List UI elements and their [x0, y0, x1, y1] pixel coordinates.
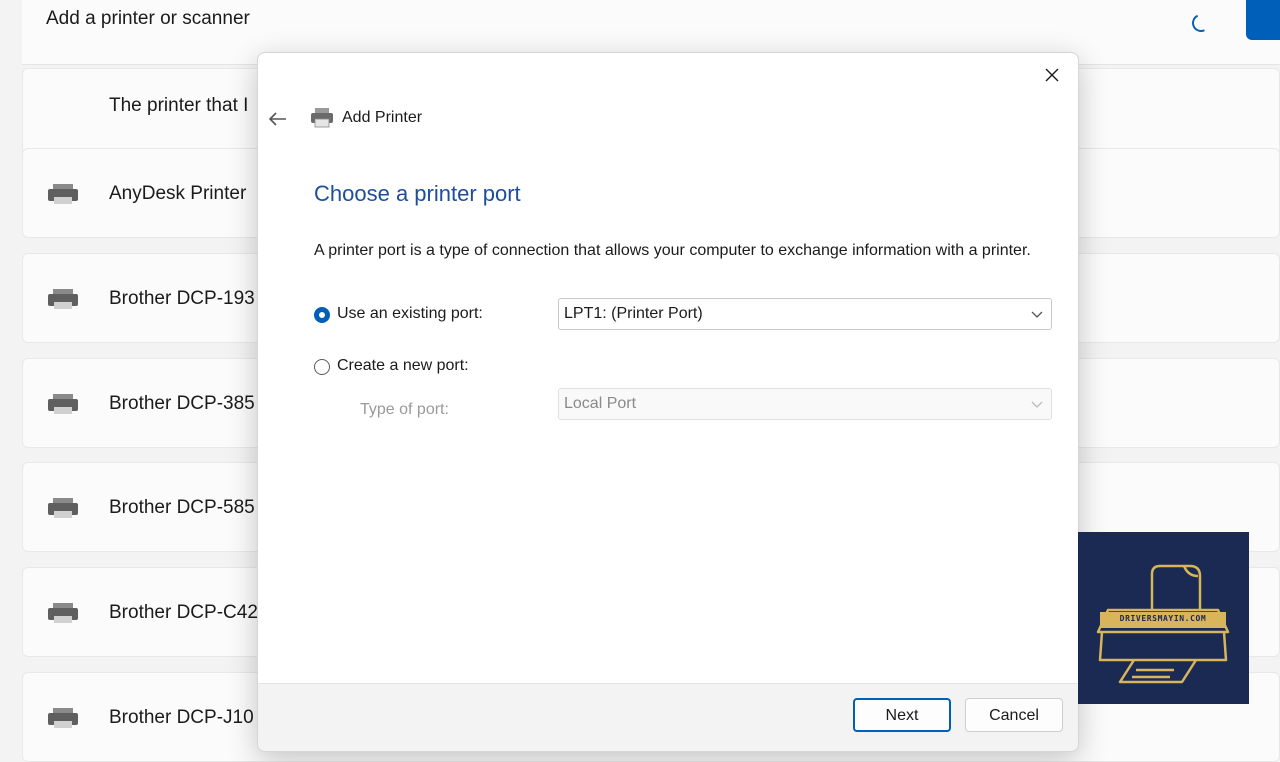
use-existing-port-label[interactable]: Use an existing port:: [337, 305, 483, 323]
type-of-port-label: Type of port:: [360, 401, 449, 418]
dialog-footer: Next Cancel: [258, 683, 1078, 751]
printer-name: Brother DCP-193: [109, 288, 255, 309]
printer-name: Brother DCP-385: [109, 393, 255, 414]
watermark-text: DRIVERSMAYIN.COM: [1119, 614, 1207, 623]
chevron-down-icon: [1031, 401, 1043, 408]
back-arrow-icon: [269, 112, 286, 126]
printer-icon: [48, 289, 78, 309]
loading-spinner-icon: [1189, 11, 1213, 35]
printer-name: Brother DCP-C42: [109, 602, 258, 623]
printer-icon: [48, 603, 78, 623]
create-new-port-label[interactable]: Create a new port:: [337, 357, 469, 375]
printer-name: AnyDesk Printer: [109, 183, 247, 204]
back-button[interactable]: [264, 105, 292, 133]
printer-name: Brother DCP-585: [109, 497, 255, 518]
close-button[interactable]: [1038, 61, 1066, 89]
printer-not-listed-text: The printer that I: [109, 95, 249, 116]
settings-page-title: Add a printer or scanner: [46, 8, 250, 29]
description-text: A printer port is a type of connection t…: [314, 242, 1031, 259]
close-icon: [1045, 68, 1059, 82]
printer-name: Brother DCP-J10: [109, 707, 254, 728]
next-button[interactable]: Next: [853, 698, 951, 732]
watermark-logo: DRIVERSMAYIN.COM: [1078, 532, 1249, 704]
add-device-button[interactable]: [1246, 0, 1280, 40]
type-of-port-value: Local Port: [564, 395, 637, 412]
chevron-down-icon: [1031, 311, 1043, 318]
cancel-button[interactable]: Cancel: [965, 698, 1063, 732]
add-printer-dialog: Add Printer Choose a printer port A prin…: [257, 52, 1079, 752]
printer-icon: [48, 184, 78, 204]
page-heading: Choose a printer port: [314, 181, 521, 206]
printer-icon: [48, 708, 78, 728]
create-new-port-radio[interactable]: [314, 359, 330, 375]
existing-port-value: LPT1: (Printer Port): [564, 305, 703, 322]
existing-port-select[interactable]: LPT1: (Printer Port): [558, 298, 1052, 330]
dialog-title: Add Printer: [342, 109, 423, 126]
printer-icon: [48, 394, 78, 414]
printer-icon: [48, 498, 78, 518]
printer-icon: [311, 108, 333, 128]
type-of-port-select: Local Port: [558, 388, 1052, 420]
use-existing-port-radio[interactable]: [314, 307, 330, 323]
